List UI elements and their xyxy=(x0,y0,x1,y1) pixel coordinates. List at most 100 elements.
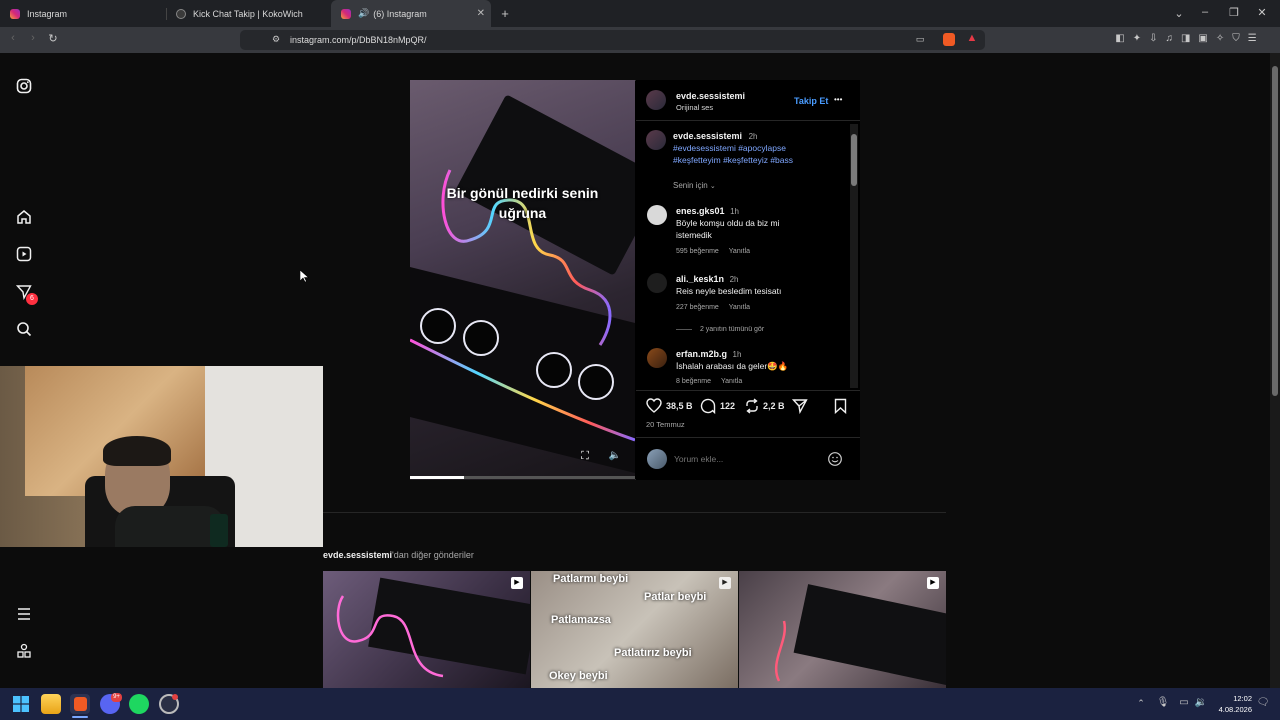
comment-likes[interactable]: 8 beğenme xyxy=(676,378,711,385)
like-button[interactable] xyxy=(646,398,662,418)
close-tab-icon[interactable]: ✕ xyxy=(477,8,485,19)
brave-shields-icon[interactable] xyxy=(943,33,955,46)
home-icon[interactable] xyxy=(14,209,34,229)
comment-username[interactable]: erfan.m2b.g xyxy=(676,349,727,359)
brave-icon xyxy=(73,697,87,711)
menu-icon[interactable] xyxy=(14,606,34,626)
commenter-avatar[interactable] xyxy=(647,205,667,225)
reply-link[interactable]: Yanıtla xyxy=(729,248,750,255)
speaker-icon[interactable]: 🔊 xyxy=(358,8,369,19)
post-thumbnail[interactable]: Patlarmı beybi Patlar beybi Patlamazsa P… xyxy=(531,571,738,688)
page-scroll-thumb[interactable] xyxy=(1272,66,1278,396)
tab-instagram-1[interactable]: Instagram xyxy=(0,0,165,27)
messages-badge: 6 xyxy=(26,293,38,305)
input-divider xyxy=(636,437,860,438)
header-divider xyxy=(636,120,860,121)
author-avatar[interactable] xyxy=(646,90,666,110)
network-icon[interactable]: ▭ xyxy=(1177,697,1191,708)
own-avatar xyxy=(647,449,667,469)
comments-scrollbar[interactable] xyxy=(850,124,858,388)
reel-icon: ▶ xyxy=(511,577,523,589)
minimize-button[interactable]: – xyxy=(1198,6,1212,18)
commenter-avatar[interactable] xyxy=(647,348,667,368)
author-username[interactable]: evde.sessistemi xyxy=(676,91,745,101)
progress-track[interactable] xyxy=(410,476,635,479)
tab-title: Kick Chat Takip | KokoWich xyxy=(193,8,303,19)
globe-icon xyxy=(176,8,186,19)
active-app-indicator xyxy=(72,716,88,718)
reels-icon[interactable] xyxy=(14,246,34,266)
spotify-icon[interactable] xyxy=(129,694,149,714)
comments-scroll-thumb[interactable] xyxy=(851,134,857,186)
volume-tray-icon[interactable]: 🔉 xyxy=(1194,697,1208,708)
brave-rewards-icon[interactable]: ▲ xyxy=(965,32,979,44)
brave-taskbar-button[interactable] xyxy=(70,694,90,714)
comment-input[interactable] xyxy=(674,452,824,466)
url-text[interactable]: instagram.com/p/DbBN18nMpQR/ xyxy=(290,35,427,45)
sort-dropdown[interactable]: Senin için ⌄ xyxy=(673,181,716,190)
hashtags-line[interactable]: #keşfetteyim #keşfetteyiz #bass xyxy=(673,154,793,166)
instagram-logo-icon[interactable] xyxy=(14,78,34,98)
tray-chevron-up-icon[interactable]: ⌃ xyxy=(1135,698,1147,709)
share-button[interactable] xyxy=(791,398,808,419)
more-posts-username[interactable]: evde.sessistemi xyxy=(323,550,392,560)
comment-likes[interactable]: 595 beğenme xyxy=(676,248,719,255)
reposts-count[interactable]: 2,2 B xyxy=(763,401,785,411)
post-thumbnail[interactable]: ▶ xyxy=(739,571,946,688)
comment-username[interactable]: ali._kesk1n xyxy=(676,274,724,284)
share-icon xyxy=(791,399,808,415)
caption-avatar[interactable] xyxy=(646,130,666,150)
more-posts-heading: evde.sessistemi'dan diğer gönderiler xyxy=(323,550,474,560)
repost-button[interactable] xyxy=(744,398,760,419)
view-replies-link[interactable]: 2 yanıtın tümünü gör xyxy=(676,326,764,333)
emoji-icon[interactable] xyxy=(827,451,843,472)
cast-icon[interactable]: ▭ xyxy=(913,34,927,45)
post-thumbnail[interactable]: ▶ xyxy=(323,571,530,688)
reload-button[interactable]: ↻ xyxy=(46,32,60,45)
restore-button[interactable]: ❐ xyxy=(1227,6,1241,19)
save-button[interactable] xyxy=(834,398,847,419)
tab-list-chevron-icon[interactable]: ⌄ xyxy=(1172,7,1186,20)
notifications-icon[interactable]: 🗨 xyxy=(1256,697,1270,708)
comment-button[interactable] xyxy=(700,398,716,419)
reel-video[interactable]: Bir gönül nedirki senin uğruna ⛶ 🔈 xyxy=(410,80,635,480)
comment-likes[interactable]: 227 beğenme xyxy=(676,304,719,311)
hashtags-line[interactable]: #evdesessistemi #apocylapse xyxy=(673,142,786,154)
reel-icon: ▶ xyxy=(719,577,731,589)
comment-meta: 227 beğenme Yanıtla xyxy=(676,304,750,311)
tab-kick-chat[interactable]: Kick Chat Takip | KokoWich xyxy=(166,0,331,27)
audio-label[interactable]: Orijinal ses xyxy=(676,103,713,112)
forward-button[interactable]: › xyxy=(26,32,40,44)
post-side-panel: evde.sessistemi Orijinal ses Takip Et ••… xyxy=(636,80,860,480)
more-options-icon[interactable]: ••• xyxy=(834,95,842,104)
instagram-favicon-icon xyxy=(341,8,351,19)
close-window-button[interactable]: ✕ xyxy=(1255,6,1269,19)
likes-count[interactable]: 38,5 B xyxy=(666,401,693,411)
clock[interactable]: 12:02 4.08.2026 xyxy=(1214,693,1252,715)
reply-link[interactable]: Yanıtla xyxy=(721,378,742,385)
reply-link[interactable]: Yanıtla xyxy=(729,304,750,311)
caption-username[interactable]: evde.sessistemi xyxy=(673,131,742,141)
search-icon[interactable] xyxy=(14,321,34,341)
follow-button[interactable]: Takip Et xyxy=(794,96,828,106)
new-tab-button[interactable]: + xyxy=(498,6,512,21)
more-apps-icon[interactable] xyxy=(14,643,34,663)
back-button[interactable]: ‹ xyxy=(6,32,20,44)
file-explorer-icon[interactable] xyxy=(41,694,61,714)
caption-time: 2h xyxy=(748,132,758,141)
mouse-cursor xyxy=(299,269,310,288)
comments-count[interactable]: 122 xyxy=(720,401,735,411)
windows-taskbar xyxy=(0,688,1280,720)
microphone xyxy=(210,514,228,547)
post-date[interactable]: 20 Temmuz xyxy=(646,420,685,429)
site-settings-icon[interactable]: ⚙ xyxy=(270,34,282,45)
commenter-avatar[interactable] xyxy=(647,273,667,293)
comment-username[interactable]: enes.gks01 xyxy=(676,206,725,216)
extensions-toolbar[interactable]: ◧✦⇩♫◨▣✧⛉☰ xyxy=(1100,33,1280,44)
tab-instagram-active[interactable]: 🔊 (6) Instagram ✕ xyxy=(331,0,491,27)
volume-icon[interactable]: 🔈 xyxy=(608,450,622,464)
microphone-icon[interactable]: 🎙 xyxy=(1156,697,1170,708)
comment-text: İshalah arabası da geler🤩🔥 xyxy=(676,361,789,371)
fullscreen-icon[interactable]: ⛶ xyxy=(578,450,592,464)
windows-start-icon[interactable] xyxy=(13,696,29,712)
